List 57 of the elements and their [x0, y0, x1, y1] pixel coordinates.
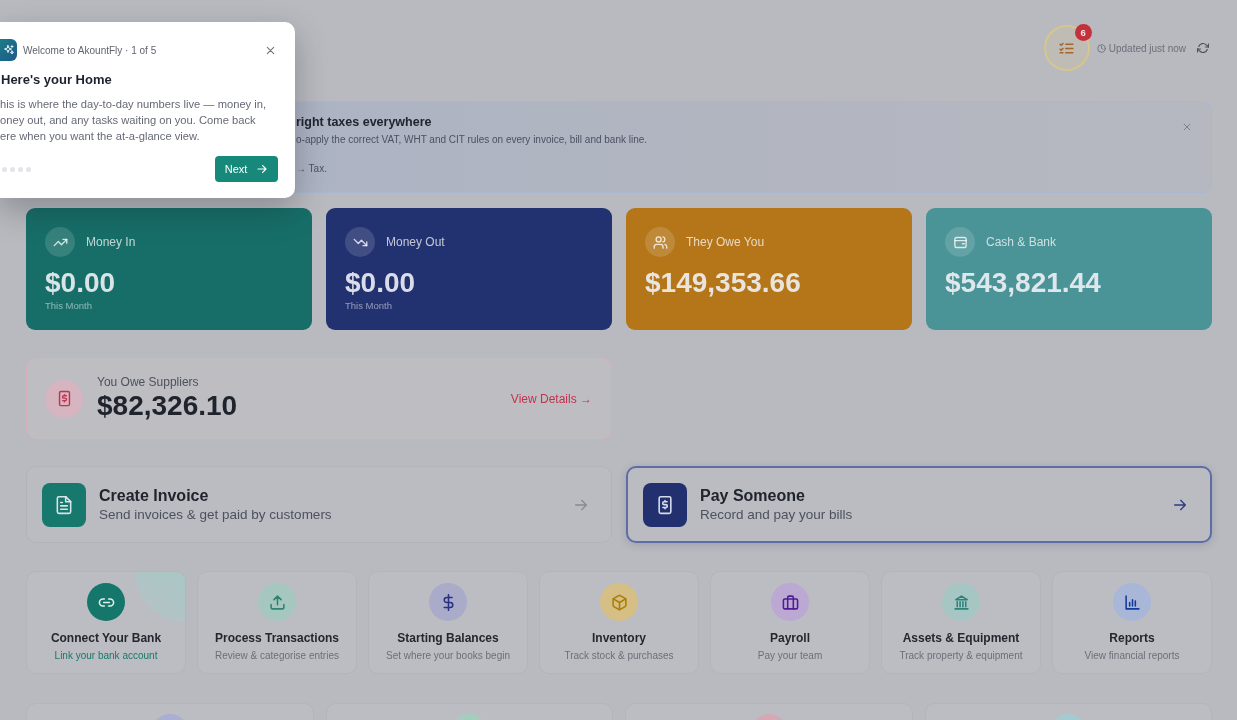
tile-subtitle: View financial reports — [1084, 650, 1180, 662]
tile-title: Starting Balances — [397, 631, 499, 645]
tile-subtitle: Link your bank account — [54, 650, 158, 662]
tour-title: Here's your Home — [0, 71, 112, 89]
shortcut-tile[interactable]: Reports View financial reports — [1052, 571, 1212, 674]
stat-value: $0.00 — [45, 266, 116, 300]
shortcut-tile[interactable]: Inventory Track stock & purchases — [539, 571, 699, 674]
action-subtitle: Record and pay your bills — [700, 506, 853, 523]
stat-value: $543,821.44 — [945, 266, 1101, 300]
payables-label: You Owe Suppliers — [97, 375, 199, 390]
stat-period: This Month — [345, 300, 392, 312]
refresh-icon[interactable] — [1197, 42, 1209, 54]
tile-subtitle: Set where your books begin — [386, 650, 510, 662]
tile-title: Connect Your Bank — [50, 631, 162, 645]
trend-up-icon — [45, 227, 75, 257]
stat-label: Cash & Bank — [986, 235, 1057, 249]
shortcut-tile[interactable]: Payroll Pay your team — [710, 571, 870, 674]
stat-value: $0.00 — [345, 266, 416, 300]
tile-title: Reports — [1109, 631, 1155, 645]
action-title: Pay Someone — [700, 486, 805, 506]
dollar-bill-icon — [45, 379, 83, 418]
tile-subtitle: Review & categorise entries — [215, 650, 339, 662]
arrow-right-icon — [256, 163, 269, 175]
tile-subtitle: Pay your team — [757, 650, 823, 662]
wallet-icon — [945, 227, 975, 257]
stat-period: This Month — [45, 300, 92, 312]
payables-value: $82,326.10 — [97, 390, 238, 422]
banner-text: → Tax. — [296, 162, 327, 176]
action-title: Create Invoice — [99, 486, 209, 506]
tile-title: Process Transactions — [214, 631, 340, 645]
banner-title: right taxes everywhere — [296, 114, 432, 130]
tile-title: Inventory — [592, 631, 646, 645]
next-button[interactable]: Next — [215, 156, 278, 182]
users-icon — [645, 227, 675, 257]
tile-title: Assets & Equipment — [902, 631, 1020, 645]
shortcut-tile[interactable]: Process Transactions Review & categorise entries — [197, 571, 357, 674]
clock-icon — [1096, 43, 1106, 53]
tour-step-label: Welcome to AkountFly · 1 of 5 — [23, 44, 157, 56]
action-card[interactable]: Create Invoice Send invoices & get paid by customers — [26, 466, 612, 543]
tile-subtitle: Track property & equipment — [899, 650, 1023, 662]
tile-subtitle: Track stock & purchases — [564, 650, 674, 662]
action-card[interactable]: Pay Someone Record and pay your bills — [626, 466, 1212, 543]
trend-down-icon — [345, 227, 375, 257]
tile-title: Payroll — [770, 631, 810, 645]
shortcut-tile[interactable]: Connect Your Bank Link your bank account — [26, 571, 186, 674]
tour-description: his is where the day-to-day numbers live — money in, oney out, and any tasks waiting on you. Come back ere when you want the at-a-glance view. — [0, 97, 268, 144]
close-icon[interactable] — [265, 44, 276, 56]
stat-label: Money Out — [386, 235, 445, 249]
stat-label: Money In — [86, 235, 136, 249]
tasks-button[interactable] — [1043, 25, 1090, 71]
action-subtitle: Send invoices & get paid by customers — [99, 506, 332, 523]
stat-label: They Owe You — [686, 235, 765, 249]
stat-value: $149,353.66 — [645, 266, 801, 300]
updated-status: Updated just now — [1108, 42, 1186, 54]
shortcut-tile[interactable]: Starting Balances Set where your books begin — [368, 571, 528, 674]
shortcut-tile[interactable]: Assets & Equipment Track property & equipment — [881, 571, 1041, 674]
banner-text: o-apply the correct VAT, WHT and CIT rules on every invoice, bill and bank line. — [296, 133, 648, 147]
